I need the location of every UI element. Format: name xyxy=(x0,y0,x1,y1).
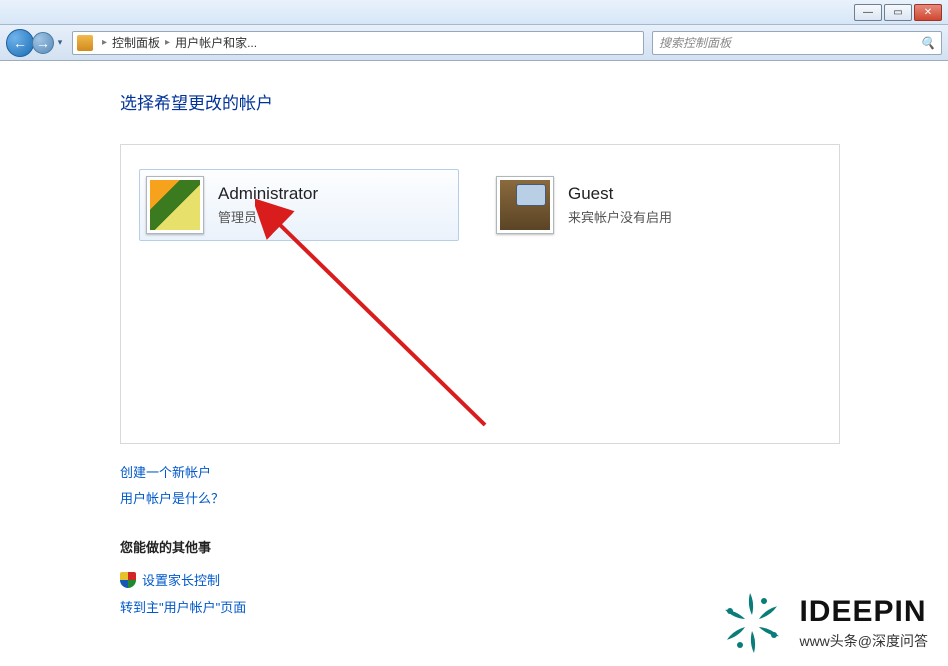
window-titlebar: — ▭ ✕ xyxy=(0,0,948,25)
page-title: 选择希望更改的帐户 xyxy=(120,89,948,114)
account-name: Administrator xyxy=(218,184,318,204)
breadcrumb-sep: ▸ xyxy=(102,37,107,48)
link-group: 创建一个新帐户 用户帐户是什么？ xyxy=(120,462,948,507)
search-icon: 🔍 xyxy=(920,36,935,50)
search-placeholder: 搜索控制面板 xyxy=(659,34,731,51)
navigation-bar: ← → ▾ ▸ 控制面板 ▸ 用户帐户和家... 搜索控制面板 🔍 xyxy=(0,25,948,61)
close-button[interactable]: ✕ xyxy=(914,4,942,21)
brand-subtitle: www头条@深度问答 xyxy=(799,631,928,651)
account-text: Administrator 管理员 xyxy=(218,184,318,226)
search-input[interactable]: 搜索控制面板 🔍 xyxy=(652,31,942,55)
section-label: 您能做的其他事 xyxy=(120,537,948,556)
link-goto-main[interactable]: 转到主"用户帐户"页面 xyxy=(120,600,246,615)
breadcrumb-item[interactable]: 控制面板 xyxy=(112,34,160,51)
link-parental-label: 设置家长控制 xyxy=(142,570,220,589)
account-name: Guest xyxy=(568,184,672,204)
avatar-image-suitcase xyxy=(500,180,550,230)
account-tile-administrator[interactable]: Administrator 管理员 xyxy=(139,169,459,241)
avatar xyxy=(146,176,204,234)
brand-title: IDEEPIN xyxy=(799,595,926,629)
nav-forward-button[interactable]: → xyxy=(32,32,54,54)
link-create-account[interactable]: 创建一个新帐户 xyxy=(120,462,948,481)
account-list-panel: Administrator 管理员 Guest 来宾帐户没有启用 xyxy=(120,144,840,444)
avatar-image-flower xyxy=(150,180,200,230)
shield-icon xyxy=(120,572,136,588)
maximize-button[interactable]: ▭ xyxy=(884,4,912,21)
account-role: 管理员 xyxy=(218,207,318,226)
content-area: 选择希望更改的帐户 Administrator 管理员 Guest 来宾帐户没有… xyxy=(0,61,948,666)
watermark: IDEEPIN www头条@深度问答 xyxy=(717,588,928,658)
control-panel-icon xyxy=(77,35,93,51)
nav-back-button[interactable]: ← xyxy=(6,29,34,57)
minimize-button[interactable]: — xyxy=(854,4,882,21)
account-text: Guest 来宾帐户没有启用 xyxy=(568,184,672,226)
account-role: 来宾帐户没有启用 xyxy=(568,207,672,226)
avatar xyxy=(496,176,554,234)
address-bar[interactable]: ▸ 控制面板 ▸ 用户帐户和家... xyxy=(72,31,644,55)
breadcrumb-sep: ▸ xyxy=(165,37,170,48)
link-parental-controls[interactable]: 设置家长控制 xyxy=(120,570,948,589)
link-what-is-account[interactable]: 用户帐户是什么？ xyxy=(120,488,948,507)
logo-icon xyxy=(717,588,787,658)
nav-history-dropdown[interactable]: ▾ xyxy=(54,32,66,54)
breadcrumb-item[interactable]: 用户帐户和家... xyxy=(175,34,257,51)
account-tile-guest[interactable]: Guest 来宾帐户没有启用 xyxy=(489,169,809,241)
